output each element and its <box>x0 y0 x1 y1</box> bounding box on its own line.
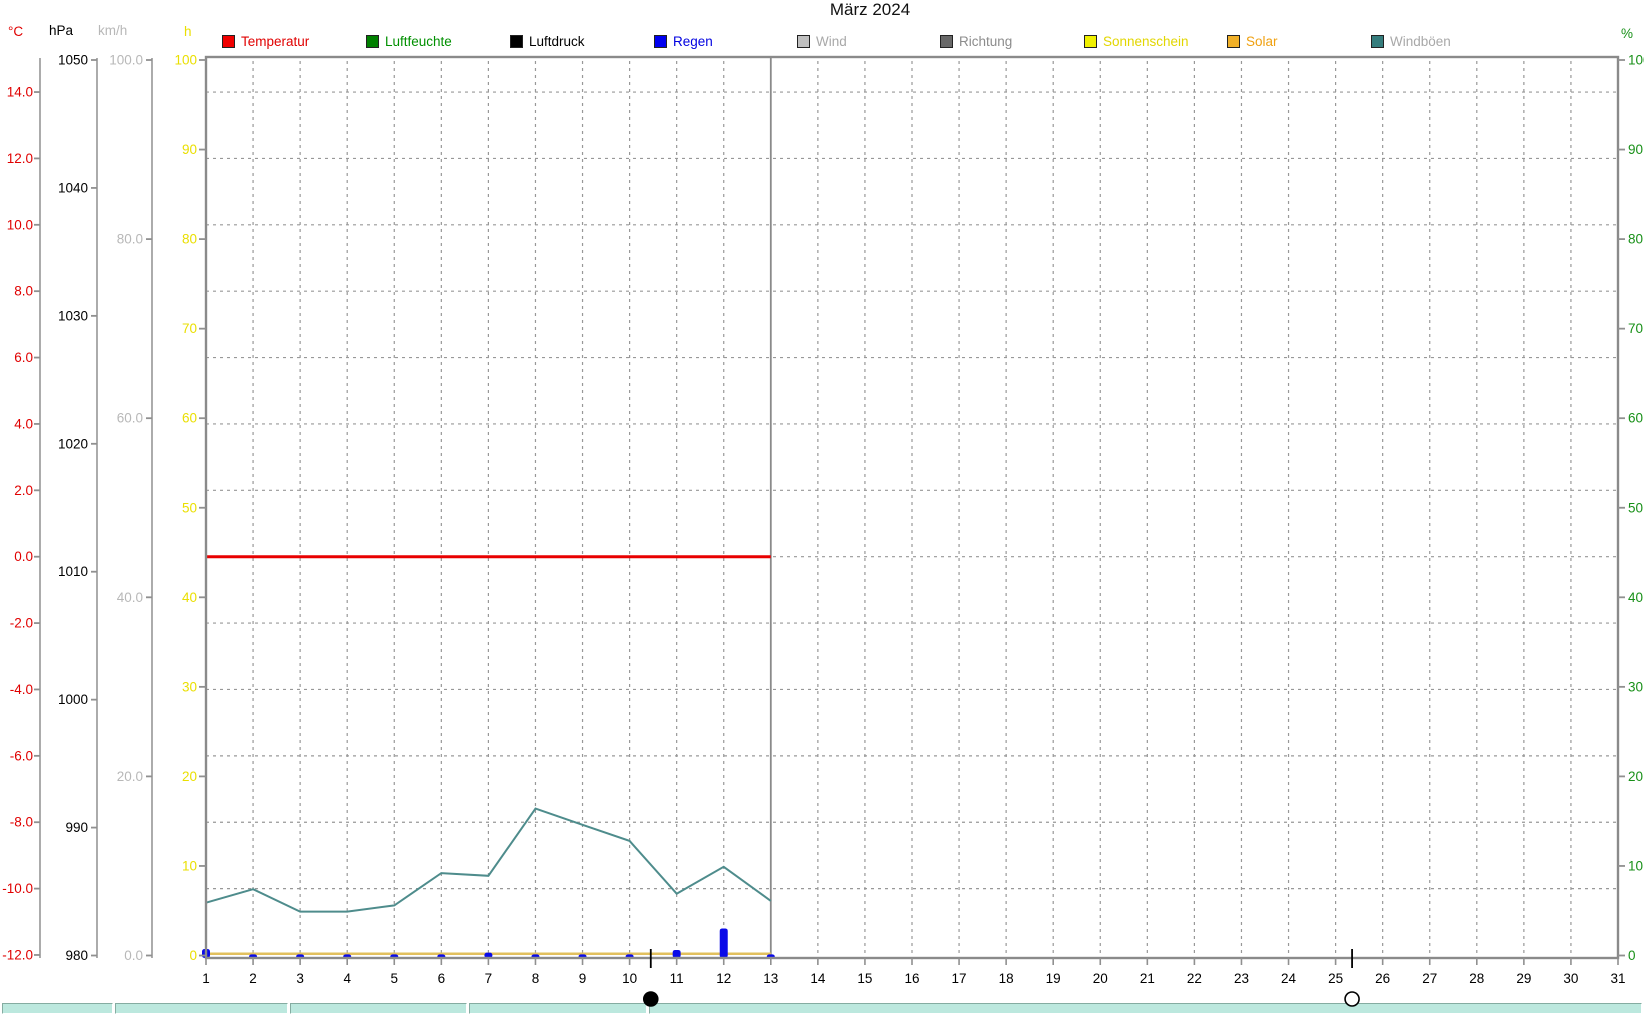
day-label: 3 <box>296 971 304 986</box>
sunshine-tick-label: 70 <box>182 321 197 336</box>
temp-tick-label: -2.0 <box>10 616 33 631</box>
sunshine-tick-label: 0 <box>189 948 197 963</box>
percent-tick-label: 30 <box>1628 679 1643 694</box>
temp-tick-label: -10.0 <box>2 881 33 896</box>
temp-tick-label: -8.0 <box>10 815 33 830</box>
day-label: 16 <box>904 971 919 986</box>
temp-tick-label: 10.0 <box>7 217 33 232</box>
chart-canvas: 14.012.010.08.06.04.02.00.0-2.0-4.0-6.0-… <box>0 0 1644 1014</box>
pressure-tick-label: 1000 <box>58 692 88 707</box>
full-moon-icon <box>1345 992 1359 1006</box>
temp-tick-label: -6.0 <box>10 748 33 763</box>
pressure-tick-label: 1040 <box>58 180 88 195</box>
day-label: 2 <box>249 971 257 986</box>
temp-tick-label: 6.0 <box>14 350 33 365</box>
day-label: 29 <box>1516 971 1531 986</box>
percent-tick-label: 80 <box>1628 232 1643 247</box>
percent-tick-label: 10 <box>1628 858 1643 873</box>
day-label: 11 <box>670 971 684 986</box>
percent-tick-label: 20 <box>1628 769 1643 784</box>
day-label: 18 <box>999 971 1014 986</box>
pressure-tick-label: 1050 <box>58 53 88 68</box>
temp-tick-label: 2.0 <box>14 483 33 498</box>
day-label: 5 <box>391 971 399 986</box>
wind-tick-label: 80.0 <box>117 232 143 247</box>
sunshine-tick-label: 30 <box>182 679 197 694</box>
day-label: 28 <box>1469 971 1484 986</box>
percent-tick-label: 70 <box>1628 321 1643 336</box>
day-label: 1 <box>202 971 210 986</box>
day-label: 20 <box>1093 971 1108 986</box>
day-label: 15 <box>857 971 872 986</box>
percent-tick-label: 40 <box>1628 590 1643 605</box>
day-label: 4 <box>343 971 351 986</box>
day-label: 25 <box>1328 971 1343 986</box>
day-label: 21 <box>1140 971 1155 986</box>
sunshine-tick-label: 80 <box>182 232 197 247</box>
percent-tick-label: 50 <box>1628 500 1643 515</box>
day-label: 19 <box>1046 971 1061 986</box>
percent-tick-label: 90 <box>1628 142 1643 157</box>
temp-tick-label: 4.0 <box>14 416 33 431</box>
percent-tick-label: 100 <box>1628 53 1644 68</box>
day-label: 12 <box>716 971 731 986</box>
day-label: 9 <box>579 971 587 986</box>
day-label: 6 <box>438 971 446 986</box>
day-label: 10 <box>622 971 637 986</box>
sunshine-tick-label: 60 <box>182 411 197 426</box>
sunshine-tick-label: 100 <box>174 53 197 68</box>
day-label: 23 <box>1234 971 1249 986</box>
day-label: 30 <box>1563 971 1578 986</box>
pressure-tick-label: 980 <box>65 948 88 963</box>
temp-tick-label: -4.0 <box>10 682 33 697</box>
pressure-tick-label: 1020 <box>58 436 88 451</box>
wind-tick-label: 20.0 <box>117 769 143 784</box>
wind-tick-label: 100.0 <box>109 53 143 68</box>
day-label: 7 <box>485 971 493 986</box>
temp-tick-label: 14.0 <box>7 85 33 100</box>
sunshine-tick-label: 50 <box>182 500 197 515</box>
rain-bar <box>720 928 728 958</box>
pressure-tick-label: 1010 <box>58 564 88 579</box>
day-label: 13 <box>763 971 778 986</box>
day-label: 22 <box>1187 971 1202 986</box>
sunshine-tick-label: 90 <box>182 142 197 157</box>
plot-border <box>206 57 1618 958</box>
wind-tick-label: 0.0 <box>124 948 143 963</box>
rain-bar <box>673 950 681 958</box>
pressure-tick-label: 990 <box>65 820 88 835</box>
wind-tick-label: 60.0 <box>117 411 143 426</box>
temp-tick-label: 12.0 <box>7 151 33 166</box>
day-label: 27 <box>1422 971 1437 986</box>
sunshine-tick-label: 40 <box>182 590 197 605</box>
new-moon-icon <box>644 992 658 1006</box>
percent-tick-label: 60 <box>1628 411 1643 426</box>
day-label: 24 <box>1281 971 1297 986</box>
pressure-tick-label: 1030 <box>58 308 88 323</box>
percent-tick-label: 0 <box>1628 948 1636 963</box>
day-label: 31 <box>1610 971 1625 986</box>
temp-tick-label: 8.0 <box>14 284 33 299</box>
day-label: 17 <box>952 971 967 986</box>
temp-tick-label: -12.0 <box>2 947 33 962</box>
day-label: 26 <box>1375 971 1390 986</box>
temp-tick-label: 0.0 <box>14 549 33 564</box>
sunshine-tick-label: 20 <box>182 769 197 784</box>
sunshine-tick-label: 10 <box>182 858 197 873</box>
day-label: 14 <box>810 971 826 986</box>
day-label: 8 <box>532 971 540 986</box>
wind-tick-label: 40.0 <box>117 590 143 605</box>
